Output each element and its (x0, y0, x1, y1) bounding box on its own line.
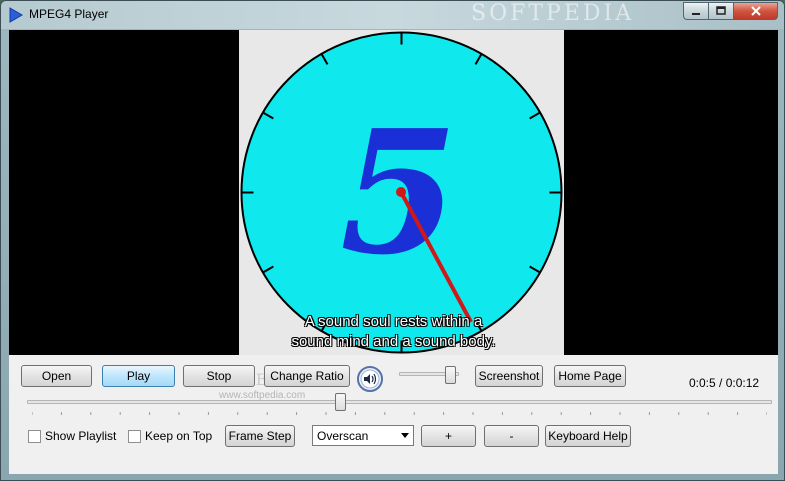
open-button[interactable]: Open (21, 365, 92, 387)
subtitle-line-1: A sound soul rests within a (304, 313, 483, 330)
close-button[interactable] (734, 2, 778, 20)
close-icon (750, 6, 761, 16)
minimize-button[interactable] (683, 2, 709, 20)
screenshot-button[interactable]: Screenshot (475, 365, 543, 387)
watermark-url: www.softpedia.com (219, 390, 306, 401)
keep-on-top-label: Keep on Top (145, 429, 213, 443)
volume-slider-thumb[interactable] (445, 366, 456, 384)
scan-mode-select[interactable]: Overscan (312, 425, 414, 446)
checkbox-box[interactable] (28, 429, 41, 443)
home-page-button[interactable]: Home Page (554, 365, 626, 387)
app-window: MPEG4 Player SOFTPEDIA 5 A sound soul re… (0, 0, 785, 481)
play-button[interactable]: Play (102, 365, 175, 387)
window-title: MPEG4 Player (29, 7, 109, 21)
keep-on-top-checkbox[interactable]: Keep on Top (128, 429, 212, 443)
seek-slider-track[interactable] (27, 400, 772, 404)
hand-pivot (396, 187, 406, 197)
seek-slider-thumb[interactable] (334, 393, 346, 411)
plus-button[interactable]: + (421, 425, 476, 447)
maximize-button[interactable] (709, 2, 734, 20)
watermark-logo: SOFTPEDIA (471, 1, 635, 26)
checkbox-box[interactable] (128, 429, 141, 443)
seek-slider-ticks (32, 412, 767, 415)
countdown-leader-graphic: 5 (240, 31, 563, 354)
video-frame: 5 (239, 30, 564, 355)
change-ratio-button[interactable]: Change Ratio (264, 365, 350, 387)
keyboard-help-button[interactable]: Keyboard Help (545, 425, 631, 447)
client-area: 5 A sound soul rests within a sound mind… (9, 30, 778, 474)
speaker-icon[interactable] (357, 366, 383, 392)
chevron-down-icon (401, 433, 409, 438)
time-display: 0:0:5 / 0:0:12 (689, 376, 760, 390)
subtitle-line-2: sound mind and a sound body. (291, 333, 496, 350)
frame-step-button[interactable]: Frame Step (225, 425, 295, 447)
minimize-icon (692, 13, 700, 15)
play-logo-icon (9, 7, 23, 23)
title-bar[interactable]: MPEG4 Player SOFTPEDIA (1, 1, 784, 29)
show-playlist-checkbox[interactable]: Show Playlist (28, 429, 116, 443)
video-display[interactable]: 5 A sound soul rests within a sound mind… (9, 30, 778, 355)
maximize-icon (716, 6, 726, 15)
caption-buttons (683, 2, 778, 20)
minus-button[interactable]: - (484, 425, 539, 447)
stop-button[interactable]: Stop (183, 365, 255, 387)
show-playlist-label: Show Playlist (45, 429, 117, 443)
scan-mode-value: Overscan (317, 428, 369, 443)
